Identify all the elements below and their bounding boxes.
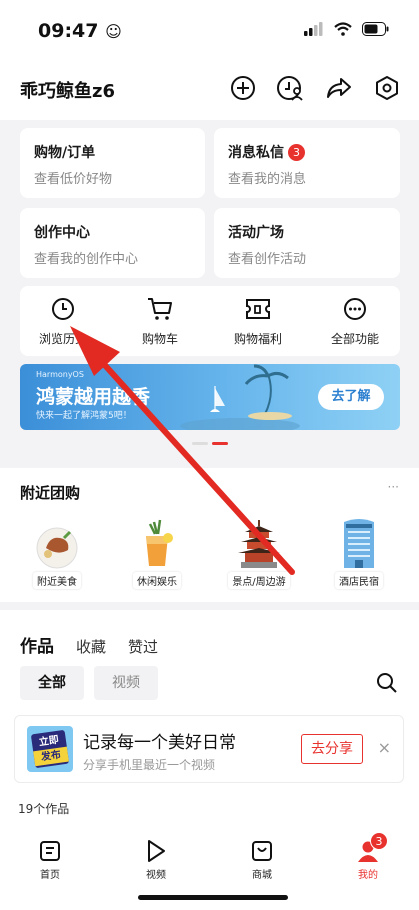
clock-icon	[23, 296, 103, 322]
share-arrow-icon[interactable]	[325, 74, 353, 102]
wifi-icon	[334, 22, 352, 36]
profile-area: 乖巧鲸鱼z6 购物/订单 查看低价好物 消息私信 3 查看我的消息 创作中心 查看…	[0, 62, 419, 460]
search-icon[interactable]	[376, 672, 398, 694]
status-bar: 09:47 ☺	[0, 0, 419, 62]
card-title: 创作中心	[34, 225, 90, 241]
card-subtitle: 查看低价好物	[34, 172, 113, 187]
tab-label: 视频	[146, 870, 166, 881]
island-illustration	[180, 364, 300, 430]
home-doc-icon	[20, 838, 80, 864]
cart-icon	[120, 296, 200, 322]
username[interactable]: 乖巧鲸鱼z6	[20, 77, 115, 103]
shop-bag-icon	[232, 838, 292, 864]
card-subtitle: 查看创作活动	[228, 252, 307, 267]
tab-video[interactable]: 视频	[126, 838, 186, 881]
quick-cart[interactable]: 购物车	[120, 296, 200, 347]
card-shopping-orders[interactable]: 购物/订单 查看低价好物	[20, 128, 205, 198]
nearby-section: 附近团购 ··· 附近美食 休闲娱乐 景点/周边游 酒店民宿	[0, 470, 419, 602]
add-circle-icon[interactable]	[229, 74, 257, 102]
quick-shopping-benefits[interactable]: 购物福利	[218, 296, 298, 347]
tab-label: 商城	[252, 870, 272, 881]
card-activity-square[interactable]: 活动广场 查看创作活动	[214, 208, 400, 278]
settings-icon[interactable]	[373, 74, 401, 102]
filter-all[interactable]: 全部	[20, 666, 84, 700]
nearby-hotel[interactable]: 酒店民宿	[322, 519, 396, 589]
banner-brand: HarmonyOS	[36, 370, 84, 379]
section-divider	[0, 460, 419, 468]
quick-browse-history[interactable]: 浏览历史	[23, 296, 103, 347]
time-text: 09:47	[38, 20, 99, 42]
works-filter-row: 全部 视频	[20, 666, 400, 700]
section-divider	[0, 602, 419, 610]
works-tabs: 作品 收藏 赞过	[20, 632, 158, 657]
ticket-icon	[218, 296, 298, 322]
nearby-more-button[interactable]: ···	[388, 480, 399, 494]
person-icon	[338, 838, 398, 864]
quick-label: 全部功能	[330, 332, 379, 346]
tab-me[interactable]: 3 我的	[338, 832, 398, 881]
tab-label: 首页	[40, 870, 60, 881]
tab-favorites[interactable]: 收藏	[76, 636, 106, 657]
close-icon[interactable]: ×	[378, 738, 391, 757]
banner-indicator	[192, 442, 228, 445]
share-prompt-card: 立即 发布 记录每一个美好日常 分享手机里最近一个视频 去分享 ×	[14, 715, 404, 783]
tab-label: 我的	[358, 870, 378, 881]
card-messages[interactable]: 消息私信 3 查看我的消息	[214, 128, 400, 198]
banner-learn-button[interactable]: 去了解	[318, 384, 384, 410]
card-subtitle: 查看我的消息	[228, 172, 307, 187]
more-icon	[315, 296, 395, 322]
share-subtitle: 分享手机里最近一个视频	[83, 758, 216, 772]
message-badge: 3	[288, 144, 305, 161]
filter-video[interactable]: 视频	[94, 666, 158, 700]
visitor-icon[interactable]	[277, 74, 305, 102]
card-title: 消息私信 3	[228, 142, 305, 162]
tab-home[interactable]: 首页	[20, 838, 80, 881]
profile-header: 乖巧鲸鱼z6	[0, 62, 419, 120]
play-icon	[126, 838, 186, 864]
share-button[interactable]: 去分享	[301, 734, 363, 764]
tab-badge: 3	[370, 832, 388, 850]
share-title: 记录每一个美好日常	[83, 733, 236, 753]
card-creator-center[interactable]: 创作中心 查看我的创作中心	[20, 208, 205, 278]
nearby-label: 附近美食	[33, 572, 81, 589]
banner-subtitle: 快来一起了解鸿蒙5吧！	[36, 411, 132, 421]
nearby-scenic[interactable]: 景点/周边游	[222, 520, 296, 589]
nearby-leisure[interactable]: 休闲娱乐	[120, 519, 194, 589]
smile-icon: ☺	[105, 22, 122, 41]
pagoda-icon	[222, 520, 296, 570]
card-title: 购物/订单	[34, 145, 96, 161]
harmony-banner[interactable]: HarmonyOS 鸿蒙越用越香 快来一起了解鸿蒙5吧！ 去了解	[20, 364, 400, 430]
nearby-label: 景点/周边游	[228, 572, 290, 589]
nearby-label: 酒店民宿	[335, 572, 383, 589]
home-indicator	[138, 895, 288, 900]
quick-all-functions[interactable]: 全部功能	[315, 296, 395, 347]
signal-icon	[304, 22, 323, 36]
food-plate-icon	[20, 520, 94, 570]
publish-sticker: 立即 发布	[27, 726, 73, 772]
quick-label: 浏览历史	[38, 332, 87, 346]
sticker-text-line2: 发布	[33, 746, 69, 767]
banner-title: 鸿蒙越用越香	[36, 386, 151, 408]
works-count: 19个作品	[18, 802, 70, 816]
nearby-food[interactable]: 附近美食	[20, 520, 94, 589]
quick-label: 购物福利	[233, 332, 282, 346]
hotel-building-icon	[322, 519, 396, 570]
status-time: 09:47 ☺	[38, 20, 122, 42]
battery-icon	[362, 22, 389, 36]
nearby-label: 休闲娱乐	[133, 572, 181, 589]
card-title: 活动广场	[228, 225, 284, 241]
card-subtitle: 查看我的创作中心	[34, 252, 139, 267]
cocktail-icon	[120, 519, 194, 570]
status-icons	[304, 22, 389, 36]
quick-actions: 浏览历史 购物车 购物福利 全部功能	[20, 286, 400, 356]
tab-mall[interactable]: 商城	[232, 838, 292, 881]
tab-liked[interactable]: 赞过	[128, 636, 158, 657]
quick-label: 购物车	[141, 332, 178, 346]
tab-works[interactable]: 作品	[20, 632, 54, 657]
nearby-title: 附近团购	[20, 484, 81, 502]
